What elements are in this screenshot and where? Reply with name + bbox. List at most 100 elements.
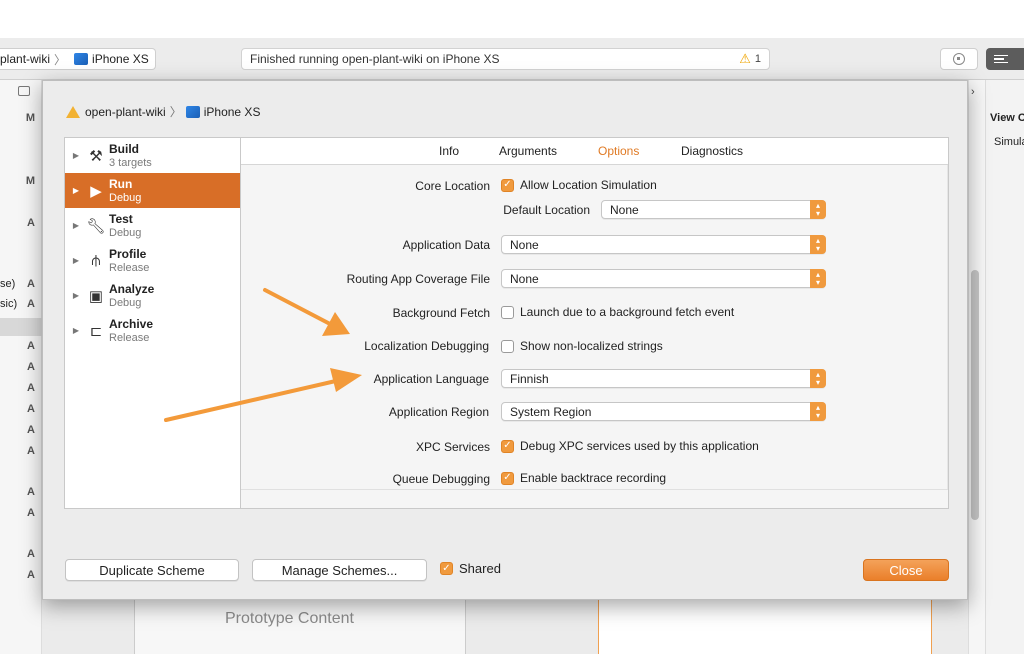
status-letter: A bbox=[27, 278, 35, 290]
shared-checkbox[interactable]: ✓ Shared bbox=[440, 561, 501, 576]
warning-icon: ⚠ bbox=[739, 51, 751, 66]
scheme-device: iPhone XS bbox=[92, 52, 149, 66]
debug-xpc-checkbox[interactable]: ✓ Debug XPC services used by this applic… bbox=[501, 439, 759, 453]
status-letter: A bbox=[27, 445, 35, 457]
status-letter: M bbox=[25, 112, 35, 124]
status-text: Finished running open-plant-wiki on iPho… bbox=[250, 52, 500, 66]
action-subtitle: Debug bbox=[109, 296, 142, 309]
xcode-project-icon bbox=[65, 105, 81, 119]
chevron-right-icon: 〉 bbox=[54, 52, 67, 67]
chevron-right-icon[interactable]: › bbox=[971, 86, 975, 98]
backtrace-recording-checkbox[interactable]: ✓ Enable backtrace recording bbox=[501, 471, 666, 485]
activity-status-bar[interactable]: Finished running open-plant-wiki on iPho… bbox=[241, 48, 770, 70]
xpc-services-label: XPC Services bbox=[415, 440, 490, 454]
status-letter: A bbox=[27, 548, 35, 560]
tab-info[interactable]: Info bbox=[439, 144, 459, 158]
default-location-popup[interactable]: None ▴ ▾ bbox=[601, 200, 826, 219]
routing-coverage-label: Routing App Coverage File bbox=[346, 272, 490, 286]
popup-stepper-icon: ▴ ▾ bbox=[810, 369, 826, 388]
disclosure-triangle-icon[interactable]: ▶ bbox=[67, 221, 85, 230]
editor-icon-line bbox=[994, 58, 1004, 60]
action-name: Profile bbox=[109, 246, 147, 261]
options-form: Core Location ✓ Allow Location Simulatio… bbox=[241, 165, 948, 489]
status-letter: A bbox=[27, 382, 35, 394]
xcode-toolbar: plant-wiki 〉 iPhone XS Finished running … bbox=[0, 38, 1024, 80]
status-letter: A bbox=[27, 403, 35, 415]
popup-stepper-icon: ▴ ▾ bbox=[810, 235, 826, 254]
show-non-localized-checkbox[interactable]: Show non-localized strings bbox=[501, 339, 663, 353]
issue-navigator-icon[interactable] bbox=[18, 86, 30, 96]
action-run[interactable]: ▶ ▶ Run Debug bbox=[65, 173, 240, 208]
navigator-background: se) sic) M M A A A A A A A A A A A A A bbox=[0, 80, 42, 654]
close-button[interactable]: Close bbox=[863, 559, 949, 581]
status-letter: A bbox=[27, 361, 35, 373]
localization-debugging-label: Localization Debugging bbox=[364, 339, 489, 353]
disclosure-triangle-icon[interactable]: ▶ bbox=[67, 186, 85, 195]
wrench-icon: 🔧︎ bbox=[86, 217, 106, 235]
options-form-footer bbox=[241, 489, 948, 508]
disclosure-triangle-icon[interactable]: ▶ bbox=[67, 291, 85, 300]
popup-value: None bbox=[510, 238, 539, 252]
storyboard-canvas: Prototype Content bbox=[42, 600, 968, 654]
application-region-popup[interactable]: System Region ▴ ▾ bbox=[501, 402, 826, 421]
popup-value: None bbox=[510, 272, 539, 286]
duplicate-scheme-button[interactable]: Duplicate Scheme bbox=[65, 559, 239, 581]
disclosure-triangle-icon[interactable]: ▶ bbox=[67, 151, 85, 160]
status-letter: M bbox=[25, 175, 35, 187]
scheme-picker[interactable]: plant-wiki 〉 iPhone XS bbox=[0, 48, 156, 70]
stop-button[interactable] bbox=[940, 48, 978, 70]
disclosure-triangle-icon[interactable]: ▶ bbox=[67, 256, 85, 265]
action-name: Analyze bbox=[109, 281, 155, 296]
background-fetch-checkbox[interactable]: Launch due to a background fetch event bbox=[501, 305, 734, 319]
manage-schemes-button[interactable]: Manage Schemes... bbox=[252, 559, 427, 581]
hammer-icon: ⚒ bbox=[89, 147, 103, 165]
application-language-popup[interactable]: Finnish ▴ ▾ bbox=[501, 369, 826, 388]
background-fetch-label: Background Fetch bbox=[392, 306, 490, 320]
prototype-scene[interactable]: Prototype Content bbox=[134, 600, 466, 654]
scrollbar[interactable] bbox=[971, 270, 979, 520]
inspector-title: View C bbox=[990, 112, 1024, 124]
checkmark-icon: ✓ bbox=[501, 178, 514, 192]
action-test[interactable]: ▶ 🔧︎ Test Debug bbox=[65, 208, 240, 243]
iphone-device-icon bbox=[185, 105, 200, 118]
warning-indicator[interactable]: ⚠ 1 bbox=[739, 51, 761, 67]
tab-diagnostics[interactable]: Diagnostics bbox=[681, 144, 743, 158]
application-data-popup[interactable]: None ▴ ▾ bbox=[501, 235, 826, 254]
checkbox-label: Enable backtrace recording bbox=[520, 471, 667, 485]
breadcrumb-project[interactable]: open-plant-wiki bbox=[85, 105, 166, 119]
status-letter: A bbox=[27, 569, 35, 581]
allow-location-simulation-checkbox[interactable]: ✓ Allow Location Simulation bbox=[501, 178, 657, 192]
popup-value: System Region bbox=[510, 405, 592, 419]
application-data-label: Application Data bbox=[402, 238, 490, 252]
config-tabs: Info Arguments Options Diagnostics bbox=[241, 138, 948, 165]
action-build[interactable]: ▶ ⚒ Build 3 targets bbox=[65, 138, 240, 173]
shared-label: Shared bbox=[459, 561, 501, 576]
action-subtitle: 3 targets bbox=[109, 156, 152, 169]
popup-stepper-icon: ▴ ▾ bbox=[810, 402, 826, 421]
tab-options[interactable]: Options bbox=[598, 144, 639, 158]
checkmark-icon: ✓ bbox=[440, 562, 453, 575]
prototype-content-label: Prototype Content bbox=[225, 610, 354, 627]
action-subtitle: Release bbox=[109, 331, 150, 344]
core-location-label: Core Location bbox=[415, 179, 490, 193]
scheme-name: plant-wiki bbox=[0, 52, 51, 66]
status-letter: A bbox=[27, 217, 35, 229]
application-region-label: Application Region bbox=[388, 405, 489, 419]
action-profile[interactable]: ▶ ⫛ Profile Release bbox=[65, 243, 240, 278]
action-analyze[interactable]: ▶ ▣ Analyze Debug bbox=[65, 278, 240, 313]
selected-scene[interactable] bbox=[598, 600, 932, 654]
tab-arguments[interactable]: Arguments bbox=[499, 144, 557, 158]
routing-coverage-popup[interactable]: None ▴ ▾ bbox=[501, 269, 826, 288]
analyze-icon: ▣ bbox=[88, 287, 104, 305]
action-archive[interactable]: ▶ ⊏ Archive Release bbox=[65, 313, 240, 348]
checkmark-icon: ✓ bbox=[501, 471, 514, 485]
instruments-icon: ⫛ bbox=[91, 252, 101, 269]
disclosure-triangle-icon[interactable]: ▶ bbox=[67, 326, 85, 335]
popup-value: Finnish bbox=[510, 372, 549, 386]
queue-debugging-label: Queue Debugging bbox=[392, 472, 490, 486]
navigator-fragment: se) bbox=[0, 278, 16, 290]
navigator-selected-row[interactable] bbox=[0, 318, 42, 336]
breadcrumb-device[interactable]: iPhone XS bbox=[204, 105, 261, 119]
standard-editor-button[interactable] bbox=[986, 48, 1024, 70]
inspector-panel: View C Simula bbox=[985, 80, 1024, 654]
